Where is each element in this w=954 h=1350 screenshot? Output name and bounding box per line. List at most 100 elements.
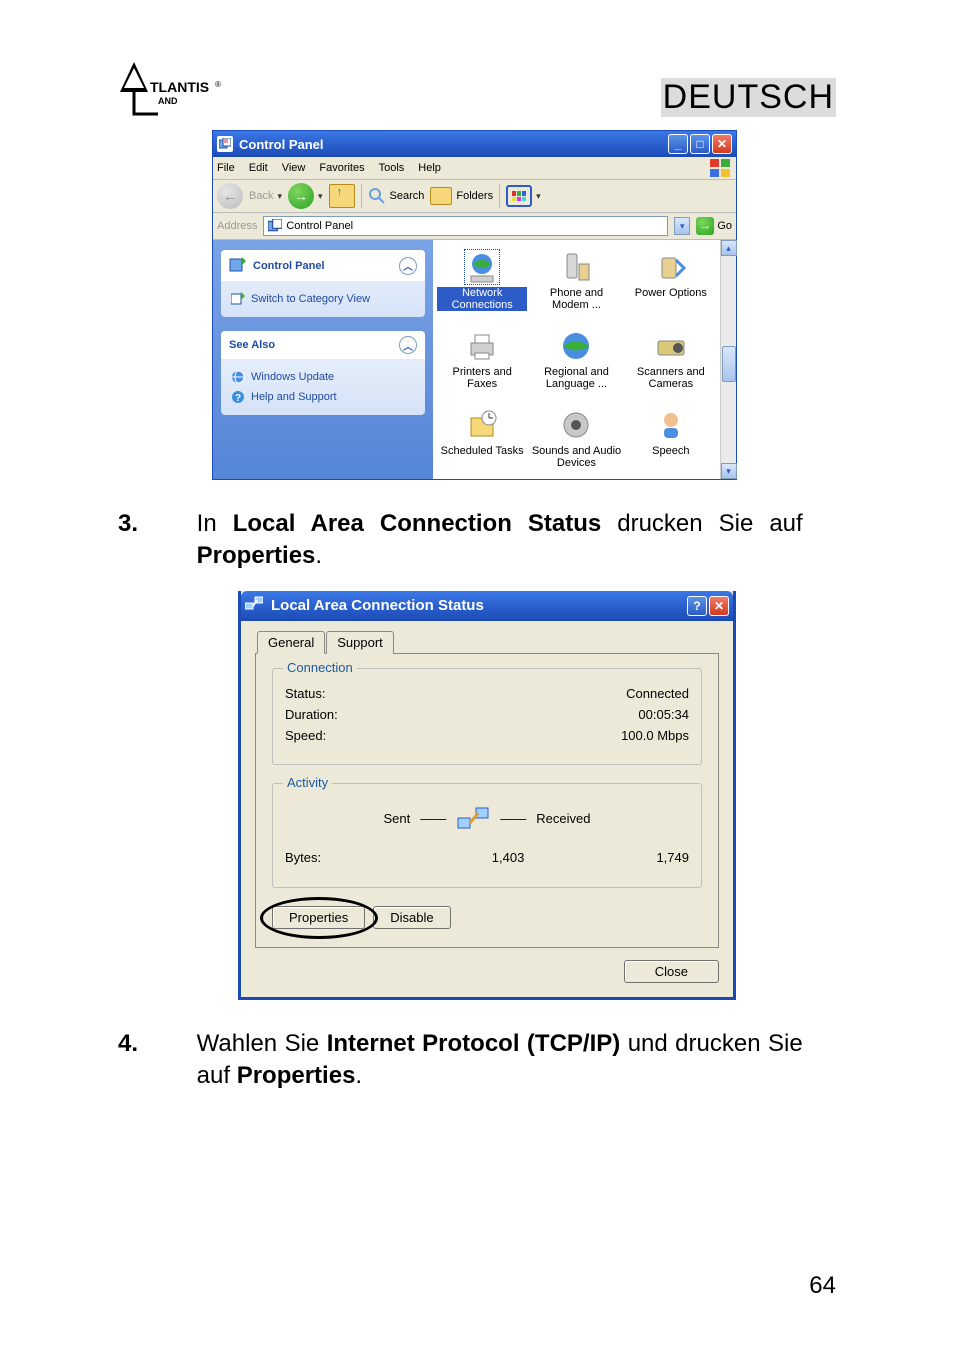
duration-value: 00:05:34 bbox=[638, 707, 689, 722]
help-support-link[interactable]: ? Help and Support bbox=[231, 387, 415, 407]
connection-status-dialog: Local Area Connection Status ? ✕ General… bbox=[238, 591, 736, 1000]
menu-edit[interactable]: Edit bbox=[249, 162, 268, 174]
menu-tools[interactable]: Tools bbox=[379, 162, 405, 174]
row-speed: Speed: 100.0 Mbps bbox=[285, 725, 689, 746]
sidebar-panel-title: Control Panel bbox=[253, 260, 325, 272]
address-dropdown-icon[interactable]: ▾ bbox=[674, 217, 690, 235]
address-value: Control Panel bbox=[286, 220, 353, 232]
item-network-connections[interactable]: Network Connections bbox=[437, 250, 527, 311]
minimize-button[interactable]: _ bbox=[668, 134, 688, 154]
svg-text:?: ? bbox=[235, 393, 241, 404]
bytes-label: Bytes: bbox=[285, 850, 420, 865]
globe-icon bbox=[231, 370, 245, 384]
sidebar: Control Panel ︿ Switch to Category View … bbox=[213, 240, 433, 479]
group-legend: Connection bbox=[283, 660, 357, 675]
item-sounds-audio[interactable]: Sounds and Audio Devices bbox=[531, 408, 621, 469]
control-panel-icon bbox=[229, 255, 247, 276]
step-number: 3. bbox=[118, 508, 190, 540]
item-label: Power Options bbox=[635, 287, 707, 299]
scroll-thumb[interactable] bbox=[722, 346, 736, 382]
power-icon bbox=[654, 250, 688, 284]
windows-update-link[interactable]: Windows Update bbox=[231, 367, 415, 387]
item-regional-language[interactable]: Regional and Language ... bbox=[531, 329, 621, 390]
collapse-icon[interactable]: ︿ bbox=[399, 257, 417, 275]
views-dropdown-icon[interactable]: ▾ bbox=[536, 191, 541, 202]
address-label: Address bbox=[217, 220, 257, 232]
network-icon bbox=[245, 595, 263, 617]
activity-line: —— bbox=[500, 811, 526, 826]
item-printers-faxes[interactable]: Printers and Faxes bbox=[437, 329, 527, 390]
close-button[interactable]: ✕ bbox=[712, 134, 732, 154]
item-phone-modem[interactable]: Phone and Modem ... bbox=[531, 250, 621, 311]
speech-icon bbox=[654, 408, 688, 442]
disable-button[interactable]: Disable bbox=[373, 906, 450, 929]
search-button[interactable]: Search bbox=[368, 187, 425, 205]
back-label: Back bbox=[249, 190, 273, 202]
control-panel-window: Control Panel _ □ ✕ File Edit View Favor… bbox=[212, 130, 737, 480]
item-power-options[interactable]: Power Options bbox=[626, 250, 716, 311]
window-title: Control Panel bbox=[239, 137, 324, 152]
up-folder-button[interactable] bbox=[329, 184, 355, 208]
status-value: Connected bbox=[626, 686, 689, 701]
scroll-up-icon[interactable]: ▴ bbox=[721, 240, 737, 256]
vertical-scrollbar[interactable]: ▴ ▾ bbox=[720, 240, 736, 479]
menu-file[interactable]: File bbox=[217, 162, 235, 174]
brand-logo: TLANTIS ® AND bbox=[118, 58, 228, 126]
svg-text:®: ® bbox=[215, 80, 221, 89]
back-dropdown-icon[interactable]: ▾ bbox=[277, 191, 282, 202]
dialog-titlebar: Local Area Connection Status ? ✕ bbox=[241, 591, 733, 621]
tabs: General Support bbox=[257, 631, 719, 654]
menu-favorites[interactable]: Favorites bbox=[319, 162, 364, 174]
page-number: 64 bbox=[809, 1272, 836, 1300]
group-legend: Activity bbox=[283, 775, 332, 790]
sidebar-panel-title: See Also bbox=[229, 339, 275, 351]
dialog-title: Local Area Connection Status bbox=[271, 597, 484, 614]
item-label: Speech bbox=[652, 445, 689, 457]
menubar: File Edit View Favorites Tools Help bbox=[213, 157, 736, 180]
maximize-button[interactable]: □ bbox=[690, 134, 710, 154]
control-panel-icon bbox=[217, 136, 233, 152]
item-label: Scheduled Tasks bbox=[441, 445, 524, 457]
language-label: DEUTSCH bbox=[661, 78, 836, 117]
help-button[interactable]: ? bbox=[687, 596, 707, 616]
item-label: Scanners and Cameras bbox=[626, 366, 716, 390]
item-scheduled-tasks[interactable]: Scheduled Tasks bbox=[437, 408, 527, 469]
menu-view[interactable]: View bbox=[282, 162, 306, 174]
item-label: Network Connections bbox=[437, 287, 527, 311]
row-status: Status: Connected bbox=[285, 683, 689, 704]
back-button[interactable]: ← bbox=[217, 183, 243, 209]
printer-icon bbox=[465, 329, 499, 363]
forward-button[interactable]: → bbox=[288, 183, 314, 209]
item-scanners-cameras[interactable]: Scanners and Cameras bbox=[626, 329, 716, 390]
addressbar: Address Control Panel ▾ → Go bbox=[213, 213, 736, 240]
collapse-icon[interactable]: ︿ bbox=[399, 336, 417, 354]
go-label: Go bbox=[717, 220, 732, 232]
go-button[interactable]: → Go bbox=[696, 217, 732, 235]
item-label: Sounds and Audio Devices bbox=[531, 445, 621, 469]
close-button[interactable]: Close bbox=[624, 960, 719, 983]
activity-icon bbox=[456, 802, 490, 836]
control-panel-icon bbox=[268, 219, 282, 233]
views-button[interactable] bbox=[506, 185, 532, 207]
item-speech[interactable]: Speech bbox=[626, 408, 716, 469]
sidebar-panel-control-panel: Control Panel ︿ Switch to Category View bbox=[221, 250, 425, 317]
tab-content: Connection Status: Connected Duration: 0… bbox=[255, 653, 719, 948]
folders-button[interactable]: Folders bbox=[430, 187, 493, 205]
windows-update-label: Windows Update bbox=[251, 371, 334, 383]
item-label: Regional and Language ... bbox=[531, 366, 621, 390]
scroll-down-icon[interactable]: ▾ bbox=[721, 463, 737, 479]
activity-line: —— bbox=[420, 811, 446, 826]
step-4-text: 4. Wahlen Sie Internet Protocol (TCP/IP)… bbox=[118, 1028, 836, 1093]
menu-help[interactable]: Help bbox=[418, 162, 441, 174]
address-input[interactable]: Control Panel bbox=[263, 216, 668, 236]
items-grid: Network Connections Phone and Modem ... … bbox=[433, 240, 720, 479]
scheduled-tasks-icon bbox=[465, 408, 499, 442]
speaker-icon bbox=[559, 408, 593, 442]
close-button[interactable]: ✕ bbox=[709, 596, 729, 616]
forward-dropdown-icon[interactable]: ▾ bbox=[318, 191, 323, 202]
switch-category-view-link[interactable]: Switch to Category View bbox=[231, 289, 415, 309]
properties-button[interactable]: Properties bbox=[272, 906, 365, 929]
category-view-icon bbox=[231, 292, 245, 306]
tab-support[interactable]: Support bbox=[326, 631, 394, 654]
tab-general[interactable]: General bbox=[257, 631, 325, 654]
